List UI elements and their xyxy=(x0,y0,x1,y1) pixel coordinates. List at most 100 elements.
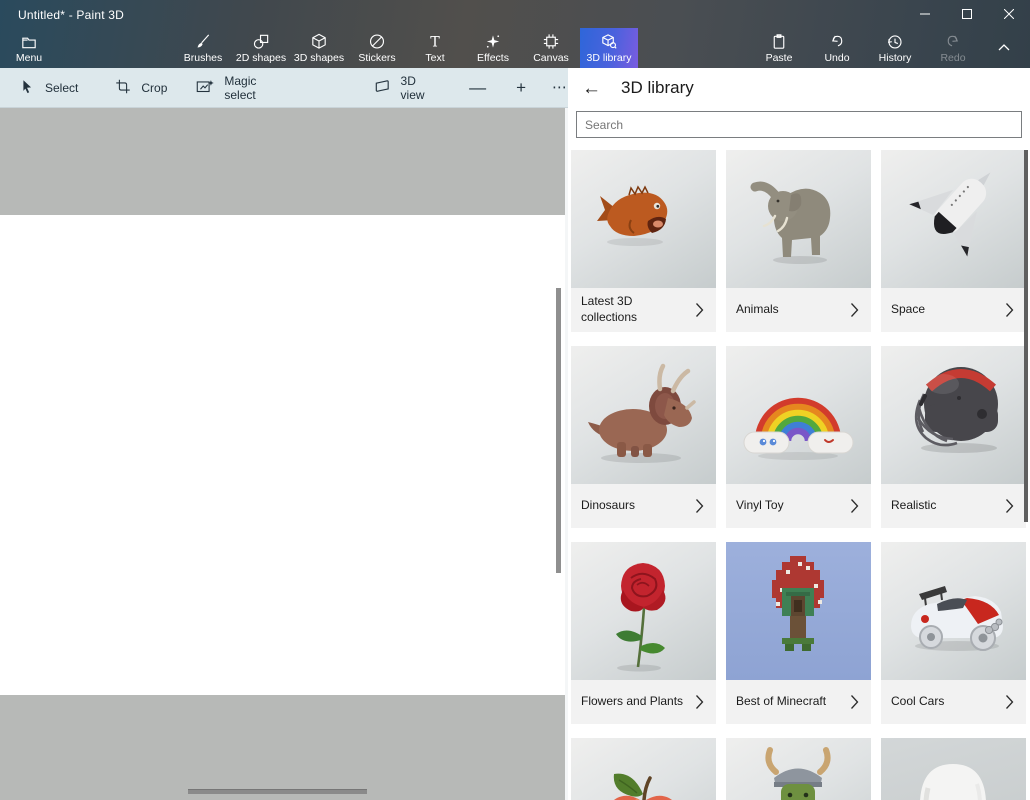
category-grid: Latest 3D collections xyxy=(571,150,1026,800)
chevron-right-icon xyxy=(1005,302,1014,318)
panel-header: ← 3D library xyxy=(568,68,1030,108)
text-icon: T xyxy=(425,32,445,51)
category-label-bar: Realistic xyxy=(881,484,1026,528)
paint3d-window: Untitled* - Paint 3D Menu xyxy=(0,0,1030,800)
2d-shapes-icon xyxy=(251,32,271,51)
crop-icon xyxy=(114,77,132,99)
category-realistic[interactable]: Realistic xyxy=(881,346,1026,528)
tool-brushes[interactable]: Brushes xyxy=(174,28,232,68)
menu-icon xyxy=(19,32,39,51)
magic-select-tool[interactable]: Magic select xyxy=(195,74,285,102)
titlebar[interactable]: Untitled* - Paint 3D xyxy=(0,0,1030,30)
back-button[interactable]: ← xyxy=(578,77,605,100)
category-label-bar: Best of Minecraft xyxy=(726,680,871,724)
tool-3d-library[interactable]: 3D library xyxy=(580,28,638,68)
category-best-of-minecraft[interactable]: Best of Minecraft xyxy=(726,542,871,724)
category-space[interactable]: Space xyxy=(881,150,1026,332)
zoom-in-button[interactable]: + xyxy=(516,79,526,96)
tool-text[interactable]: T Text xyxy=(406,28,464,68)
app-chrome: Untitled* - Paint 3D Menu xyxy=(0,0,1030,68)
category-vinyl-toy[interactable]: Vinyl Toy xyxy=(726,346,871,528)
chevron-right-icon xyxy=(850,694,859,710)
category-tile-apple[interactable] xyxy=(571,738,716,800)
category-dinosaurs[interactable]: Dinosaurs xyxy=(571,346,716,528)
redo-button[interactable]: Redo xyxy=(924,28,982,68)
secondary-toolbar: Select Crop Magic select 3D view — + ⋯ xyxy=(0,68,568,108)
search-input[interactable] xyxy=(576,111,1022,138)
history-button[interactable]: History xyxy=(866,28,924,68)
history-icon xyxy=(885,32,905,51)
category-cool-cars[interactable]: Cool Cars xyxy=(881,542,1026,724)
svg-text:T: T xyxy=(430,34,440,50)
tool-canvas[interactable]: Canvas xyxy=(522,28,580,68)
chevron-up-icon xyxy=(997,39,1011,57)
tool-effects[interactable]: Effects xyxy=(464,28,522,68)
category-label-bar: Dinosaurs xyxy=(571,484,716,528)
maximize-button[interactable] xyxy=(946,0,988,30)
chevron-right-icon xyxy=(695,302,704,318)
fish-image xyxy=(571,150,716,288)
tool-2d-shapes[interactable]: 2D shapes xyxy=(232,28,290,68)
toolbar-center-group: Brushes 2D shapes 3D shapes xyxy=(174,28,638,68)
toolbar-right-group: Paste Undo History xyxy=(750,28,1026,68)
more-options-button[interactable]: ⋯ xyxy=(552,80,568,95)
crop-tool[interactable]: Crop xyxy=(114,77,167,99)
minimize-icon xyxy=(920,6,930,24)
category-flowers-and-plants[interactable]: Flowers and Plants xyxy=(571,542,716,724)
vertical-scrollbar[interactable] xyxy=(556,288,561,573)
category-label-bar: Space xyxy=(881,288,1026,332)
select-tool[interactable]: Select xyxy=(18,77,78,99)
chevron-right-icon xyxy=(850,498,859,514)
paste-icon xyxy=(769,32,789,51)
paste-button[interactable]: Paste xyxy=(750,28,808,68)
category-label-bar: Cool Cars xyxy=(881,680,1026,724)
chevron-right-icon xyxy=(695,498,704,514)
rainbow-image xyxy=(726,346,871,484)
panel-scrollbar[interactable] xyxy=(1024,150,1028,522)
tool-stickers[interactable]: Stickers xyxy=(348,28,406,68)
minimize-button[interactable] xyxy=(904,0,946,30)
chevron-right-icon xyxy=(850,302,859,318)
drawing-canvas[interactable] xyxy=(0,215,565,695)
redo-icon xyxy=(943,32,963,51)
horizontal-scrollbar[interactable] xyxy=(188,789,367,794)
close-icon xyxy=(1004,6,1014,24)
window-controls xyxy=(904,0,1030,30)
panel-title: 3D library xyxy=(621,78,694,98)
apple-image xyxy=(571,738,716,800)
3d-view-icon xyxy=(372,77,392,99)
space-shuttle-image xyxy=(881,150,1026,288)
chevron-right-icon xyxy=(1005,498,1014,514)
brush-icon xyxy=(193,32,213,51)
toy-car-image xyxy=(881,542,1026,680)
magic-select-icon xyxy=(195,77,215,99)
menu-button[interactable]: Menu xyxy=(0,28,58,68)
canvas-area xyxy=(0,108,568,800)
category-animals[interactable]: Animals xyxy=(726,150,871,332)
select-cursor-icon xyxy=(18,77,36,99)
chevron-right-icon xyxy=(1005,694,1014,710)
category-label-bar: Animals xyxy=(726,288,871,332)
3d-shapes-icon xyxy=(309,32,329,51)
category-latest-3d-collections[interactable]: Latest 3D collections xyxy=(571,150,716,332)
zoom-out-button[interactable]: — xyxy=(469,79,486,96)
category-tile-head[interactable] xyxy=(881,738,1026,800)
triceratops-image xyxy=(571,346,716,484)
tool-3d-shapes[interactable]: 3D shapes xyxy=(290,28,348,68)
orc-figure-image xyxy=(726,738,871,800)
3d-library-icon xyxy=(599,32,619,51)
3d-view-toggle[interactable]: 3D view xyxy=(372,74,440,102)
effects-icon xyxy=(483,32,503,51)
rose-image xyxy=(571,542,716,680)
3d-library-panel: ← 3D library xyxy=(568,68,1030,800)
collapse-ribbon-button[interactable] xyxy=(982,28,1026,68)
category-tile-orc[interactable] xyxy=(726,738,871,800)
canvas-icon xyxy=(541,32,561,51)
mannequin-head-image xyxy=(881,738,1026,800)
category-label-bar: Latest 3D collections xyxy=(571,288,716,332)
window-title: Untitled* - Paint 3D xyxy=(18,8,124,22)
undo-button[interactable]: Undo xyxy=(808,28,866,68)
maximize-icon xyxy=(962,6,972,24)
category-label-bar: Flowers and Plants xyxy=(571,680,716,724)
close-button[interactable] xyxy=(988,0,1030,30)
